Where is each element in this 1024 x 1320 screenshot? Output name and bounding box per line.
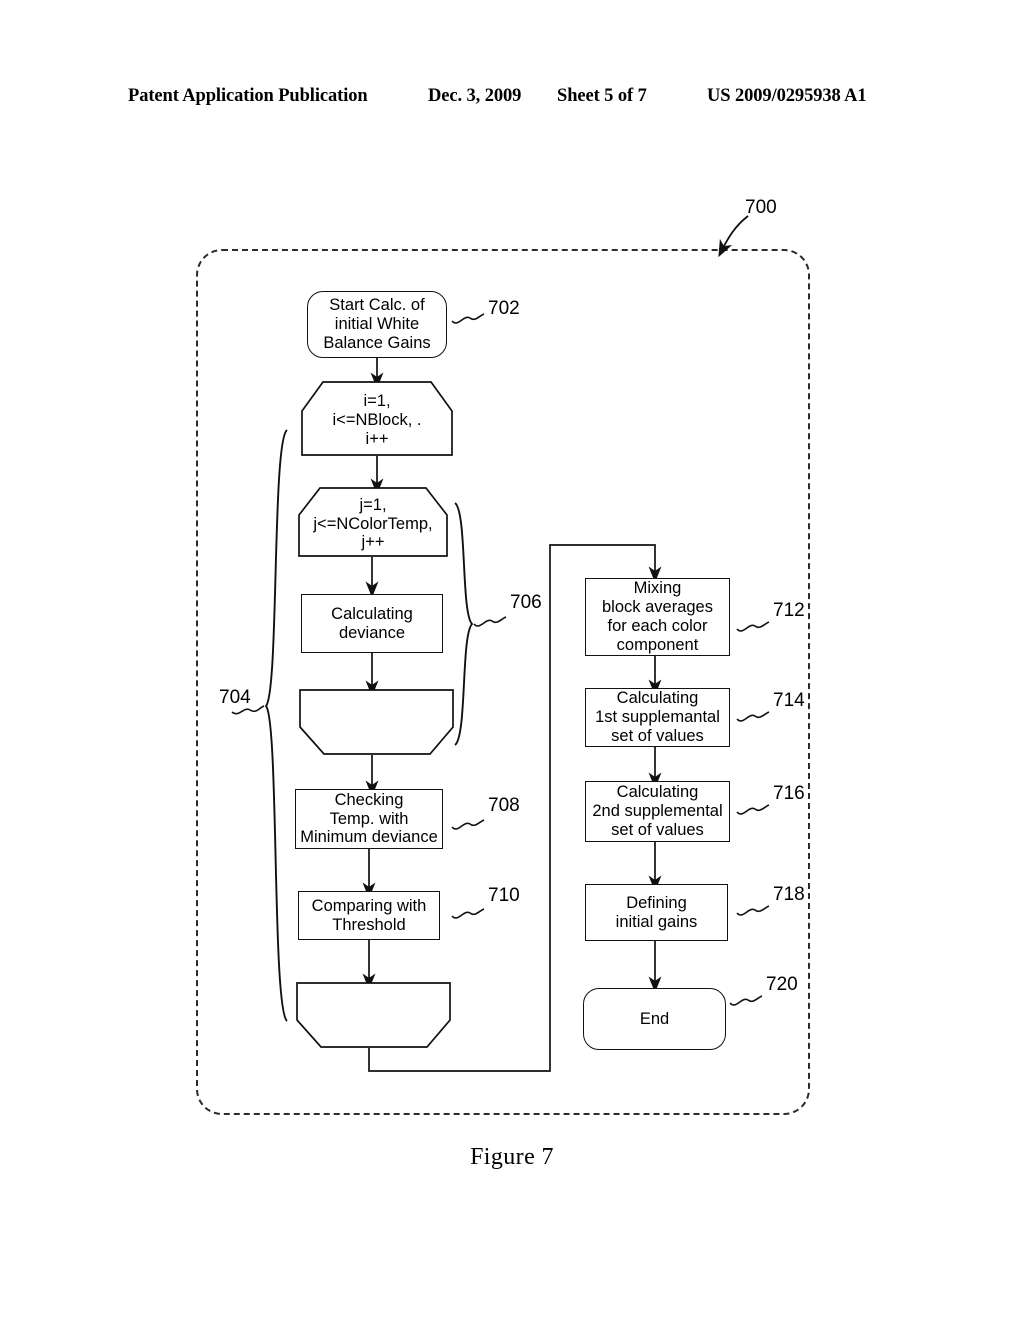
header-patent-number: US 2009/0295938 A1 [707,86,867,106]
node-calculating-deviance-label: Calculating deviance [331,604,413,642]
node-end-label: End [639,1009,670,1028]
ref-702: 702 [488,298,520,319]
node-defining-initial-gains: Defining initial gains [585,884,728,941]
node-checking-temp: Checking Temp. with Minimum deviance [295,789,443,849]
ref-700-leader [718,215,749,258]
ref-704: 704 [219,687,251,708]
header-publication-label: Patent Application Publication [128,86,368,106]
node-checking-temp-label: Checking Temp. with Minimum deviance [300,790,438,847]
node-loop-start-j-label: j=1, j<=NColorTemp, j++ [313,495,433,552]
node-start-calc: Start Calc. of initial White Balance Gai… [307,291,447,358]
ref-720: 720 [766,974,798,995]
node-calculating-1st-set: Calculating 1st supplemantal set of valu… [585,688,730,747]
node-comparing-threshold-label: Comparing with Threshold [311,896,427,934]
node-calculating-deviance: Calculating deviance [301,594,443,653]
node-calculating-2nd-set: Calculating 2nd supplemental set of valu… [585,781,730,842]
ref-712: 712 [773,600,805,621]
node-mixing-block-averages: Mixing block averages for each color com… [585,578,730,656]
figure-caption: Figure 7 [470,1144,554,1170]
node-loop-end-i [296,982,451,1048]
ref-716: 716 [773,783,805,804]
node-calculating-2nd-set-label: Calculating 2nd supplemental set of valu… [592,783,723,839]
ref-714: 714 [773,690,805,711]
node-mixing-block-averages-label: Mixing block averages for each color com… [602,579,713,654]
node-loop-start-i-label: i=1, i<=NBlock, . i++ [332,392,422,448]
node-loop-start-i: i=1, i<=NBlock, . i++ [301,381,453,456]
flowchart-container-700 [196,249,810,1115]
ref-710: 710 [488,885,520,906]
ref-700: 700 [745,197,777,218]
ref-718: 718 [773,884,805,905]
header-date-label: Dec. 3, 2009 [428,86,522,106]
ref-708: 708 [488,795,520,816]
node-start-calc-label: Start Calc. of initial White Balance Gai… [323,296,431,352]
ref-706: 706 [510,592,542,613]
page-header: Patent Application Publication Dec. 3, 2… [0,86,1024,116]
node-calculating-1st-set-label: Calculating 1st supplemantal set of valu… [595,689,720,745]
node-comparing-threshold: Comparing with Threshold [298,891,440,940]
node-loop-end-j [299,689,454,755]
node-loop-start-j: j=1, j<=NColorTemp, j++ [298,487,448,557]
node-end: End [583,988,726,1050]
node-defining-initial-gains-label: Defining initial gains [615,893,698,931]
header-sheet-label: Sheet 5 of 7 [557,86,647,106]
